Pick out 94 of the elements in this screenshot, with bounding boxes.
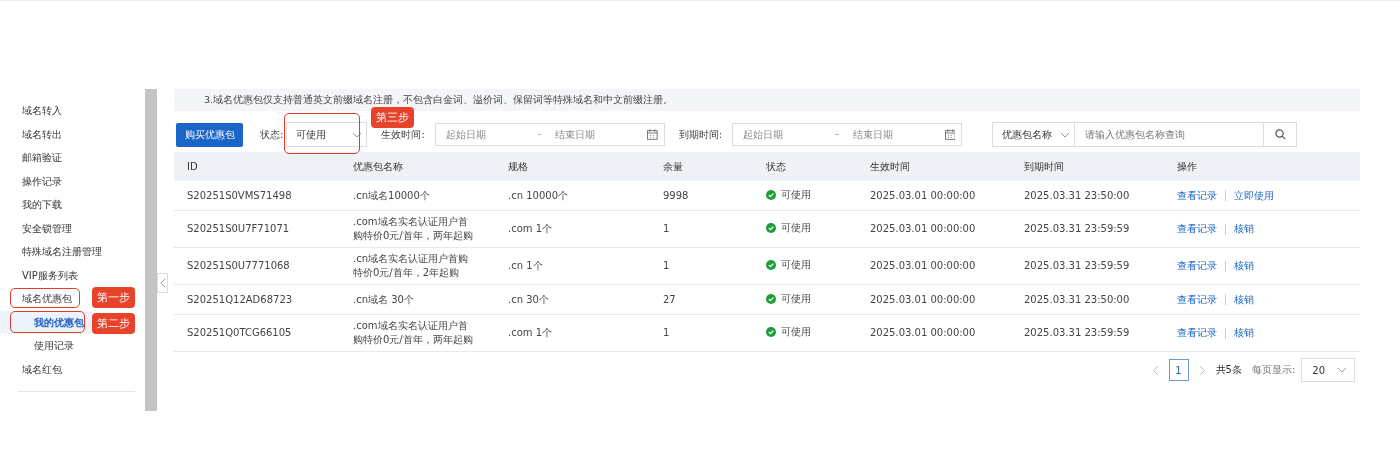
column-header: 生效时间: [857, 152, 1011, 181]
sidebar-item[interactable]: 邮箱验证: [0, 146, 70, 170]
previous-page-icon[interactable]: [1151, 364, 1159, 376]
status-text: 可使用: [781, 291, 811, 306]
table-cell: .cn 1个: [495, 247, 650, 285]
table-cell: .com域名实名认证用户首购特价0元/首年，两年起购: [340, 314, 495, 352]
date-range-field[interactable]: 起始日期 结束日期: [434, 123, 665, 146]
column-header: 到期时间: [1011, 152, 1164, 181]
table-cell: S20251S0VMS71498: [174, 181, 340, 211]
annotation-label: 第二步: [92, 312, 135, 334]
status-text: 可使用: [781, 325, 811, 339]
search-icon: [1274, 129, 1286, 140]
table-cell: 2025.03.01 00:00:00: [857, 284, 1011, 315]
table-cell: 2025.03.01 00:00:00: [857, 210, 1011, 248]
status-text: 可使用: [781, 221, 811, 235]
page-size-select[interactable]: 20: [1301, 358, 1355, 382]
status-text: 可使用: [781, 258, 811, 272]
annotation-label: 第一步: [92, 287, 135, 308]
table-cell: 1: [650, 210, 753, 248]
table-cell: .cn域名 30个: [340, 284, 495, 315]
table-cell: 2025.03.31 23:50:00: [1011, 284, 1164, 315]
chevron-down-icon: [352, 131, 363, 138]
calendar-icon: [944, 129, 956, 140]
search-field-select[interactable]: 优惠包名称: [992, 122, 1076, 147]
table-cell: .com 1个: [495, 314, 650, 352]
table-cell: .cn 10000个: [495, 181, 650, 211]
action-link[interactable]: 查看记录: [1177, 188, 1217, 203]
action-link[interactable]: 查看记录: [1177, 222, 1217, 236]
sidebar-item[interactable]: 操作记录: [0, 169, 70, 193]
action-link[interactable]: 立即使用: [1234, 188, 1274, 203]
table-cell: .cn域名实名认证用户首购特价0元/首年，2年起购: [340, 247, 495, 285]
column-header: 状态: [753, 152, 857, 181]
sidebar-item[interactable]: 安全锁管理: [0, 216, 80, 240]
filter-label: 到期时间:: [678, 127, 723, 142]
table-cell: .com 1个: [495, 210, 650, 248]
table-cell: 2025.03.01 00:00:00: [857, 181, 1011, 211]
table-cell: 2025.03.31 23:59:59: [1011, 247, 1164, 285]
sidebar-item[interactable]: VIP服务列表: [0, 263, 86, 287]
sidebar-item[interactable]: 我的下载: [0, 193, 70, 217]
sidebar-item[interactable]: 域名转入: [0, 99, 70, 123]
action-link[interactable]: 查看记录: [1177, 292, 1217, 307]
table-cell: S20251S0U7771068: [174, 247, 340, 285]
table-cell: 2025.03.31 23:59:59: [1011, 210, 1164, 248]
search-input[interactable]: 请输入优惠包名称查询: [1075, 122, 1265, 147]
table-cell: 9998: [650, 181, 753, 211]
table-cell: 2025.03.31 23:50:00: [1011, 181, 1164, 211]
table-cell: .com域名实名认证用户首购特价0元/首年，两年起购: [340, 210, 495, 248]
next-page-icon[interactable]: [1198, 364, 1206, 376]
table-cell: S20251S0U7F71071: [174, 210, 340, 248]
date-range-field[interactable]: 起始日期 结束日期: [732, 123, 963, 146]
table-cell: 2025.03.31 23:59:59: [1011, 314, 1164, 352]
column-header: 规格: [495, 152, 650, 181]
page-size-label: 每页显示:: [1251, 363, 1296, 377]
table-cell: 1: [650, 314, 753, 352]
action-link[interactable]: 核销: [1234, 326, 1254, 340]
sidebar-item[interactable]: 域名红包: [0, 357, 70, 381]
sidebar-item[interactable]: 域名优惠包: [0, 287, 80, 311]
table-cell: .cn 30个: [495, 284, 650, 315]
search-button[interactable]: [1264, 122, 1298, 147]
table-cell: 1: [650, 247, 753, 285]
table-cell: 27: [650, 284, 753, 315]
table-cell: 2025.03.01 00:00:00: [857, 247, 1011, 285]
action-link[interactable]: 核销: [1234, 292, 1254, 307]
annotation-label: 第三步: [371, 107, 415, 128]
column-header: 优惠包名称: [340, 152, 495, 181]
column-header: ID: [174, 152, 340, 181]
sidebar-subitem[interactable]: 我的优惠包: [0, 310, 92, 334]
sidebar-subitem[interactable]: 使用记录: [0, 334, 82, 358]
filter-label: 生效时间:: [381, 127, 425, 142]
sidebar-item[interactable]: 域名转出: [0, 122, 70, 146]
chevron-down-icon: [1060, 131, 1071, 138]
action-link[interactable]: 核销: [1234, 222, 1254, 236]
table-cell: S20251Q0TCG66105: [174, 314, 340, 352]
status-select[interactable]: 可使用: [286, 122, 368, 147]
sidebar-item[interactable]: 特殊域名注册管理: [0, 240, 110, 264]
annotation-frame: [10, 288, 80, 308]
calendar-icon: [647, 129, 658, 140]
action-link[interactable]: 查看记录: [1177, 259, 1217, 273]
table-cell: S20251Q12AD68723: [174, 284, 340, 315]
total-count: 共5条: [1215, 363, 1242, 377]
column-header: 余量: [650, 152, 753, 181]
status-text: 可使用: [781, 187, 811, 202]
action-link[interactable]: 查看记录: [1177, 326, 1217, 340]
filter-label: 状态:: [260, 127, 284, 142]
buy-button[interactable]: 购买优惠包: [176, 122, 243, 147]
table-cell: .cn域名10000个: [340, 181, 495, 211]
notice-text: 3.域名优惠包仅支持普通英文前缀域名注册，不包含白金词、溢价词、保留词等特殊域名和中文前缀注册。: [174, 89, 1360, 111]
page-button[interactable]: 1: [1168, 359, 1189, 381]
chevron-down-icon: [1337, 367, 1347, 373]
table-cell: 2025.03.01 00:00:00: [857, 314, 1011, 352]
action-link[interactable]: 核销: [1234, 259, 1254, 273]
scrollbar[interactable]: [145, 89, 157, 411]
column-header: 操作: [1164, 152, 1360, 181]
collapse-handle[interactable]: [157, 273, 168, 293]
